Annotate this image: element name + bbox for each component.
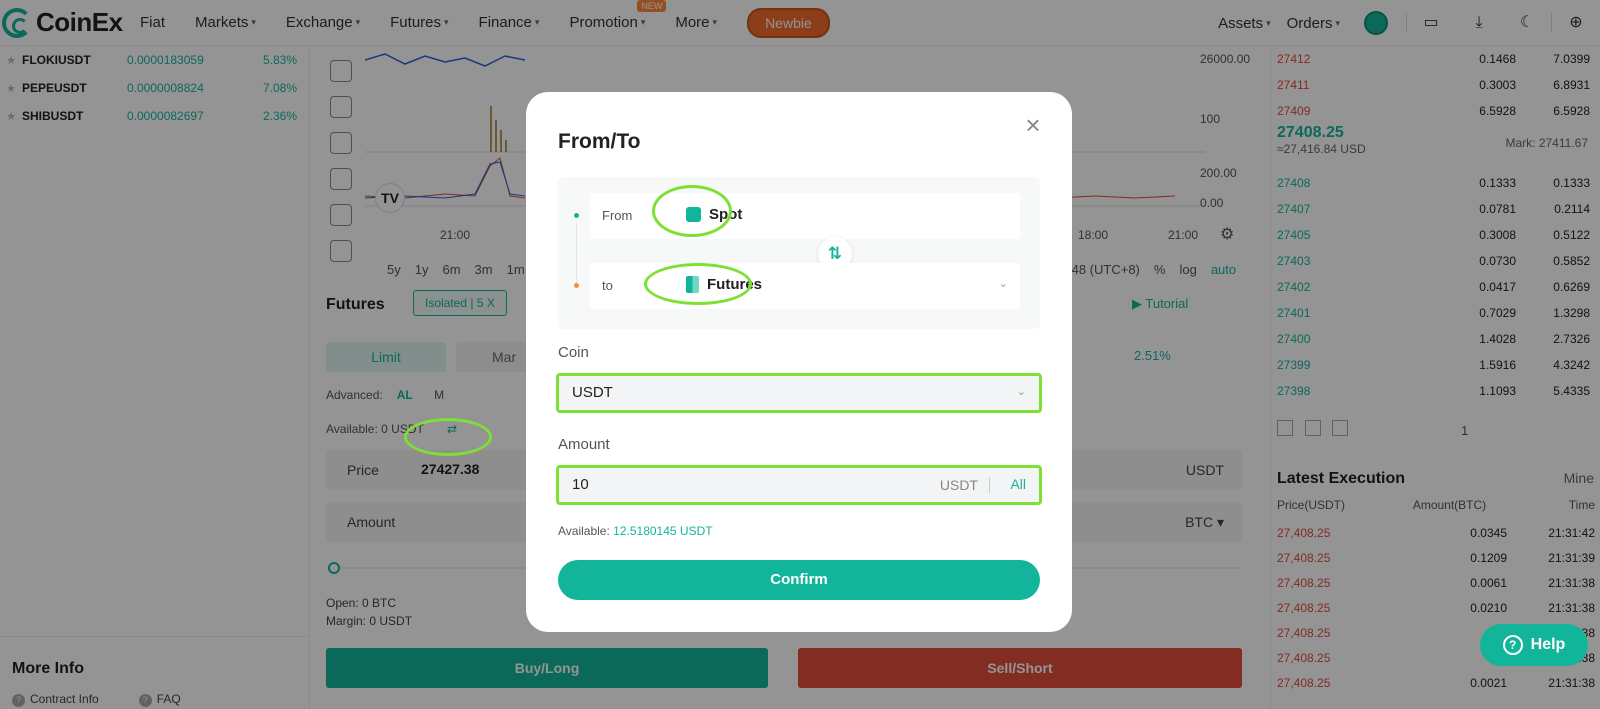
from-label: From bbox=[602, 208, 633, 223]
question-icon: ? bbox=[1502, 635, 1523, 655]
from-account-select[interactable]: From Spot bbox=[590, 193, 1020, 239]
to-account-select[interactable]: to Futures ⌄ bbox=[590, 263, 1020, 309]
modal-title: From/To bbox=[558, 130, 641, 153]
to-dot bbox=[574, 283, 579, 288]
transfer-modal: From/To × From Spot ⇅ to Futures ⌄ Coin … bbox=[526, 92, 1072, 632]
coin-label: Coin bbox=[558, 344, 589, 361]
to-account-value: Futures bbox=[686, 276, 762, 293]
all-button[interactable]: All bbox=[1010, 476, 1026, 492]
amount-input[interactable]: 10 USDT All bbox=[558, 467, 1040, 503]
amount-label: Amount bbox=[558, 436, 610, 453]
confirm-button[interactable]: Confirm bbox=[558, 560, 1040, 600]
futures-wallet-icon bbox=[686, 276, 699, 293]
spot-wallet-icon bbox=[686, 207, 701, 222]
close-icon[interactable]: × bbox=[1020, 112, 1046, 138]
coin-select[interactable]: USDT ⌄ bbox=[558, 375, 1040, 411]
chevron-down-icon: ⌄ bbox=[1016, 386, 1026, 398]
from-account-value: Spot bbox=[686, 206, 742, 223]
connector-line bbox=[576, 223, 577, 288]
from-dot bbox=[574, 213, 579, 218]
to-label: to bbox=[602, 278, 613, 293]
from-to-box: From Spot ⇅ to Futures ⌄ bbox=[558, 177, 1040, 329]
help-button[interactable]: ? Help bbox=[1480, 624, 1588, 666]
available-balance: Available: 12.5180145 USDT bbox=[558, 524, 713, 538]
chevron-down-icon: ⌄ bbox=[998, 278, 1008, 290]
